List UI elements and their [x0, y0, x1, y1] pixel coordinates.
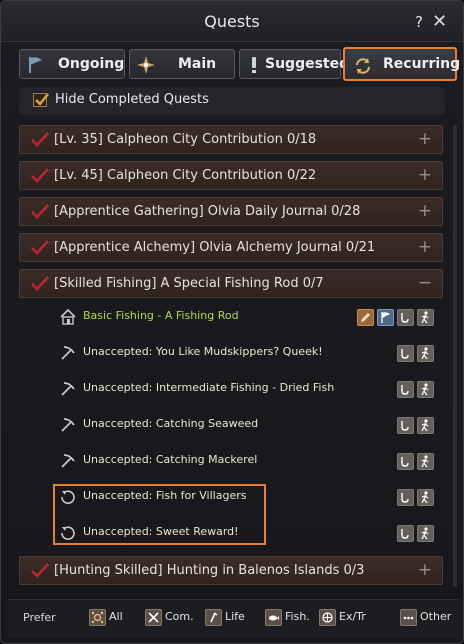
house-icon [59, 308, 77, 326]
expand-toggle[interactable]: + [418, 560, 432, 580]
expand-toggle[interactable]: + [418, 237, 432, 257]
subquest-row[interactable]: Basic Fishing - A Fishing Rod [57, 302, 445, 332]
tab-recurring-label: Recurring [383, 56, 461, 72]
recurring-arrows-icon [353, 56, 373, 76]
filter-life-label: Life [225, 610, 245, 623]
quest-title: [Hunting Skilled] Hunting in Balenos Isl… [54, 563, 365, 578]
filter-other-label: Other [420, 610, 452, 623]
check-icon [30, 168, 50, 188]
subquest-title: Unaccepted: Catching Mackerel [83, 453, 258, 466]
collapse-toggle[interactable]: − [418, 273, 432, 293]
quest-row[interactable]: [Lv. 35] Calpheon City Contribution 0/18… [19, 125, 443, 154]
help-button[interactable]: ? [415, 13, 423, 31]
walk-icon[interactable] [417, 381, 434, 398]
hide-completed-label: Hide Completed Quests [55, 92, 209, 107]
explore-trade-icon [319, 609, 336, 626]
walk-icon[interactable] [417, 309, 434, 326]
fishing-icon[interactable] [397, 381, 414, 398]
filter-explore-trade-label: Ex/Tr [339, 610, 366, 623]
check-icon [30, 563, 50, 583]
subquest-row[interactable]: Unaccepted: You Like Mudskippers? Queek! [57, 338, 445, 368]
tab-suggested[interactable]: Suggested [239, 49, 349, 79]
compass-star-icon [136, 55, 156, 75]
highlight-box [53, 484, 266, 545]
edit-icon[interactable] [357, 309, 374, 326]
fishing-icon[interactable] [397, 453, 414, 470]
flag-icon[interactable] [377, 309, 394, 326]
quest-title: [Skilled Fishing] A Special Fishing Rod … [54, 276, 324, 291]
fishing-icon[interactable] [397, 489, 414, 506]
tab-suggested-label: Suggested [265, 56, 350, 72]
prefer-filter-bar: Prefer All Com. Life Fish. Ex/Tr Other [7, 599, 459, 638]
exclamation-icon [244, 55, 264, 75]
subquest-title: Unaccepted: You Like Mudskippers? Queek! [83, 345, 323, 358]
flag-icon [26, 55, 46, 75]
expand-toggle[interactable]: + [418, 129, 432, 149]
check-icon [30, 276, 50, 296]
quest-title: [Apprentice Alchemy] Olvia Alchemy Journ… [54, 240, 376, 255]
other-icon [400, 609, 417, 626]
expand-toggle[interactable]: + [418, 165, 432, 185]
subquest-row[interactable]: Unaccepted: Intermediate Fishing - Dried… [57, 374, 445, 404]
scrollbar[interactable] [453, 125, 457, 587]
subquest-row[interactable]: Unaccepted: Catching Mackerel [57, 446, 445, 476]
pickaxe-icon [59, 344, 77, 362]
walk-icon[interactable] [417, 525, 434, 542]
expand-toggle[interactable]: + [418, 201, 432, 221]
fishing-icon[interactable] [397, 309, 414, 326]
life-icon [205, 609, 222, 626]
tab-main-label: Main [178, 56, 217, 72]
tab-main[interactable]: Main [129, 49, 235, 79]
fishing-icon[interactable] [397, 525, 414, 542]
quest-title: [Apprentice Gathering] Olvia Daily Journ… [54, 204, 361, 219]
filter-all-label: All [109, 610, 123, 623]
checkmark-icon [35, 93, 49, 106]
window-title: Quests [204, 12, 260, 31]
pickaxe-icon [59, 380, 77, 398]
check-icon [30, 240, 50, 260]
pickaxe-icon [59, 416, 77, 434]
fishing-icon [265, 609, 282, 626]
quest-title: [Lv. 35] Calpheon City Contribution 0/18 [54, 132, 317, 147]
prefer-label: Prefer [23, 611, 56, 624]
combat-icon [145, 609, 162, 626]
walk-icon[interactable] [417, 345, 434, 362]
tab-ongoing[interactable]: Ongoing [19, 49, 125, 79]
all-icon [89, 609, 106, 626]
check-icon [30, 132, 50, 152]
walk-icon[interactable] [417, 417, 434, 434]
tab-ongoing-label: Ongoing [58, 56, 125, 72]
subquest-title: Basic Fishing - A Fishing Rod [83, 309, 239, 322]
filter-fishing-label: Fish. [285, 610, 310, 623]
quest-title: [Lv. 45] Calpheon City Contribution 0/22 [54, 168, 317, 183]
hide-completed-checkbox[interactable] [33, 93, 49, 107]
quests-window: Quests ? ✕ Ongoing Main Suggested Recurr… [0, 0, 464, 644]
subquest-row[interactable]: Unaccepted: Catching Seaweed [57, 410, 445, 440]
quest-row[interactable]: [Lv. 45] Calpheon City Contribution 0/22… [19, 161, 443, 190]
subquest-title: Unaccepted: Catching Seaweed [83, 417, 259, 430]
filter-combat-label: Com. [165, 610, 194, 623]
fishing-icon[interactable] [397, 417, 414, 434]
quest-row[interactable]: [Apprentice Alchemy] Olvia Alchemy Journ… [19, 233, 443, 262]
title-bar[interactable]: Quests ? ✕ [1, 1, 463, 42]
pickaxe-icon [59, 452, 77, 470]
walk-icon[interactable] [417, 489, 434, 506]
fishing-icon[interactable] [397, 345, 414, 362]
quest-row[interactable]: [Hunting Skilled] Hunting in Balenos Isl… [19, 556, 443, 585]
check-icon [30, 204, 50, 224]
tab-recurring[interactable]: Recurring [343, 47, 461, 81]
subquest-title: Unaccepted: Intermediate Fishing - Dried… [83, 381, 335, 394]
hide-completed-row[interactable]: Hide Completed Quests [19, 87, 445, 115]
quest-row[interactable]: [Skilled Fishing] A Special Fishing Rod … [19, 269, 443, 298]
close-button[interactable]: ✕ [432, 11, 447, 32]
walk-icon[interactable] [417, 453, 434, 470]
quest-row[interactable]: [Apprentice Gathering] Olvia Daily Journ… [19, 197, 443, 226]
